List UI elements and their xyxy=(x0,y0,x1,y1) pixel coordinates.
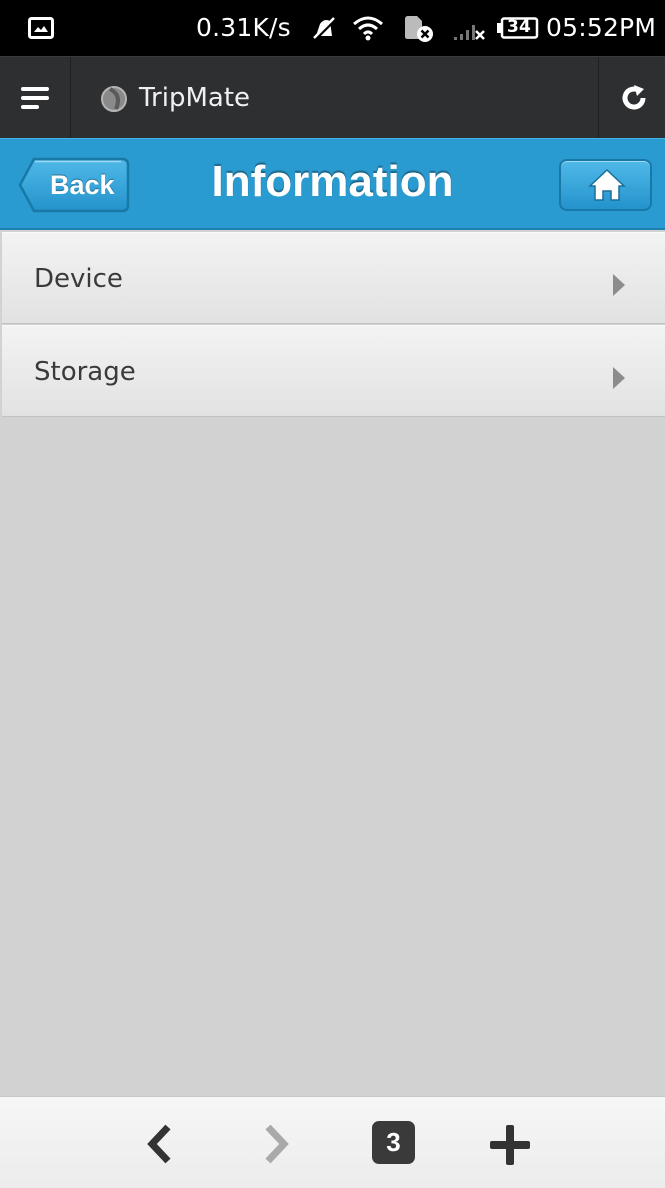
list-item-label: Device xyxy=(34,264,123,294)
back-nav-button[interactable] xyxy=(124,1097,194,1188)
screen: 0.31K/s 34 05:52PM TripMate Back Informa… xyxy=(0,0,665,1188)
browser-toolbar: TripMate xyxy=(0,56,665,139)
net-speed: 0.31K/s xyxy=(196,13,291,42)
refresh-icon xyxy=(622,85,646,110)
add-tab-icon xyxy=(490,1125,530,1165)
forward-arrow-icon xyxy=(265,1124,289,1164)
battery-level: 34 xyxy=(507,17,532,37)
sim-error-icon xyxy=(405,16,433,42)
list-item-storage[interactable]: Storage xyxy=(2,325,665,417)
back-arrow-icon xyxy=(147,1124,171,1164)
tab-count-button[interactable]: 3 xyxy=(372,1121,415,1164)
page-header: Back Information xyxy=(0,138,665,230)
muted-bell-icon xyxy=(312,16,338,42)
status-bar: 0.31K/s 34 05:52PM xyxy=(0,0,665,56)
browser-bottom-bar: 3 xyxy=(0,1096,665,1188)
clock: 05:52PM xyxy=(546,13,657,42)
refresh-button[interactable] xyxy=(598,57,665,139)
add-tab-button[interactable] xyxy=(475,1097,545,1188)
list-item-label: Storage xyxy=(34,357,136,387)
image-notification-icon xyxy=(28,17,54,39)
forward-nav-button[interactable] xyxy=(240,1097,310,1188)
site-favicon-icon xyxy=(101,86,127,112)
chevron-right-icon xyxy=(613,367,625,389)
cell-signal-icon xyxy=(454,25,485,40)
list-item-device[interactable]: Device xyxy=(2,232,665,324)
chevron-right-icon xyxy=(613,274,625,296)
wifi-icon xyxy=(353,16,383,41)
site-title: TripMate xyxy=(139,83,251,113)
menu-icon xyxy=(21,87,49,109)
home-button[interactable] xyxy=(559,159,652,211)
menu-button[interactable] xyxy=(0,57,71,139)
home-icon xyxy=(588,168,626,201)
